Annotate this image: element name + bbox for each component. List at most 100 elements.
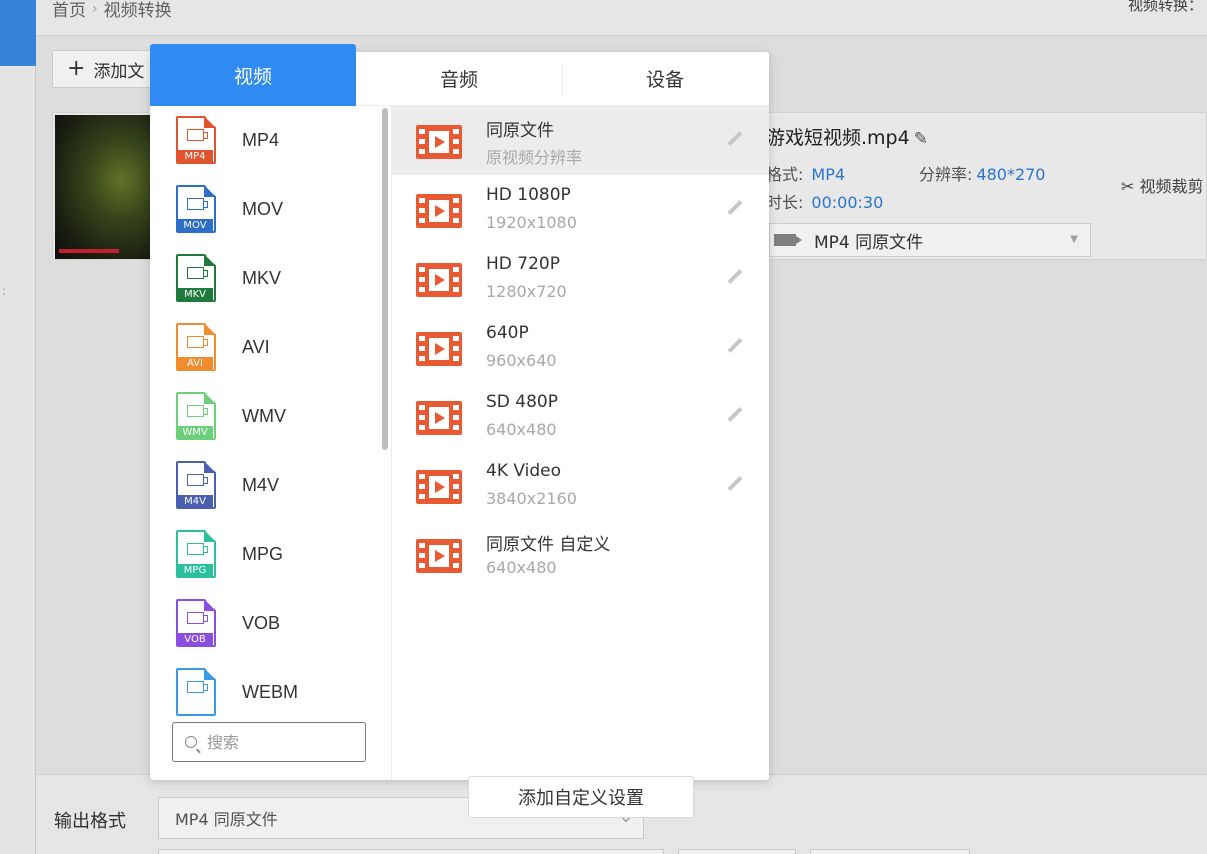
file-format-value: MP4 同原文件	[814, 232, 924, 253]
add-file-label: 添加文	[93, 61, 145, 82]
header: 首页 › 视频转换 视频转换：	[36, 0, 1207, 36]
format-item-wmv[interactable]: WMV WMV	[150, 382, 380, 451]
format-item-mpg[interactable]: MPG MPG	[150, 520, 380, 589]
format-label: M4V	[242, 475, 280, 495]
format-item-m4v[interactable]: M4V M4V	[150, 451, 380, 520]
preset-item[interactable]: SD 480P 640x480	[392, 382, 769, 451]
preset-resolution: 960x640	[486, 351, 557, 370]
tab-video[interactable]: 视频	[150, 44, 356, 106]
film-icon	[416, 194, 462, 228]
mov-file-icon: MOV	[176, 185, 216, 233]
film-icon	[416, 332, 462, 366]
film-icon	[416, 539, 462, 573]
search-input[interactable]	[207, 732, 347, 752]
left-sidebar: :	[0, 0, 36, 854]
format-item-avi[interactable]: AVI AVI	[150, 313, 380, 382]
film-icon	[416, 125, 462, 159]
format-label: MPG	[242, 544, 284, 564]
film-icon	[416, 263, 462, 297]
preset-item[interactable]: HD 720P 1280x720	[392, 244, 769, 313]
video-crop-button[interactable]: ✂ 视频裁剪	[1121, 173, 1204, 197]
format-item-mp4[interactable]: MP4 MP4	[150, 106, 380, 175]
wmv-file-icon: WMV	[176, 392, 216, 440]
format-label: 格式:	[766, 165, 804, 184]
format-label: MP4	[242, 130, 280, 150]
dropdown-arrow-icon: ▼	[1070, 234, 1078, 245]
pencil-icon[interactable]	[726, 270, 742, 286]
preset-resolution: 640x480	[486, 558, 557, 577]
preset-resolution: 3840x2160	[486, 489, 577, 508]
format-item-webm[interactable]: WEBM	[150, 658, 380, 727]
pencil-icon[interactable]	[726, 477, 742, 493]
breadcrumb-current: 视频转换	[103, 1, 172, 21]
pencil-icon[interactable]	[726, 339, 742, 355]
format-label: WEBM	[242, 682, 298, 702]
file-format-select[interactable]: MP4 同原文件 ▼	[769, 223, 1091, 257]
resolution-value: 480*270	[976, 165, 1046, 184]
output-path-field[interactable]	[158, 849, 664, 854]
breadcrumb-separator: ›	[92, 0, 98, 17]
plus-icon: +	[67, 56, 86, 81]
vob-file-icon: VOB	[176, 599, 216, 647]
preset-item[interactable]: 同原文件 自定义 640x480	[392, 520, 769, 589]
mkv-file-icon: MKV	[176, 254, 216, 302]
format-label: VOB	[242, 613, 281, 633]
format-item-mov[interactable]: MOV MOV	[150, 175, 380, 244]
format-picker-popup: 视频 音频 设备 MP4 MP4 MOV MOV MKV MKV AVI AVI WMV WMV M…	[150, 44, 769, 818]
thumbnail-progress	[59, 249, 119, 253]
preset-item[interactable]: 640P 960x640	[392, 313, 769, 382]
file-name-row: 游戏短视频.mp4 ✎	[766, 123, 928, 150]
breadcrumb: 首页 › 视频转换	[52, 0, 172, 22]
format-item-mkv[interactable]: MKV MKV	[150, 244, 380, 313]
breadcrumb-home[interactable]: 首页	[52, 0, 86, 21]
resolution-label: 分辨率:	[919, 165, 973, 184]
preset-title: SD 480P	[486, 392, 558, 412]
header-right-label: 视频转换：	[1127, 0, 1203, 14]
sidebar-active-item[interactable]	[0, 0, 36, 66]
format-value: MP4	[811, 165, 846, 184]
tab-audio[interactable]: 音频	[356, 52, 562, 105]
format-label: AVI	[242, 337, 270, 357]
preset-title: 同原文件	[486, 121, 554, 141]
preset-list: 添加自定义设置 同原文件原视频分辨率 HD 1080P 1920x1080 HD 72…	[392, 106, 769, 818]
format-label: MKV	[242, 268, 282, 288]
format-list-scrollbar[interactable]	[382, 108, 388, 450]
scissors-icon: ✂	[1121, 177, 1135, 196]
open-folder-button[interactable]	[810, 849, 970, 854]
preset-title: 4K Video	[486, 461, 561, 481]
pencil-icon[interactable]	[726, 132, 742, 148]
webm-file-icon	[176, 668, 216, 716]
format-item-vob[interactable]: VOB VOB	[150, 589, 380, 658]
preset-title: HD 1080P	[486, 185, 571, 205]
crop-label: 视频裁剪	[1139, 177, 1204, 196]
duration-value: 00:00:30	[811, 193, 884, 212]
preset-item[interactable]: 4K Video 3840x2160	[392, 451, 769, 520]
preset-item[interactable]: 同原文件原视频分辨率	[392, 106, 769, 175]
search-icon	[185, 736, 197, 748]
file-meta: 格式: MP4 时长: 00:00:30	[766, 161, 883, 217]
format-search[interactable]	[172, 722, 366, 762]
pencil-icon[interactable]	[726, 201, 742, 217]
avi-file-icon: AVI	[176, 323, 216, 371]
sidebar-marker: :	[2, 284, 7, 298]
format-label: WMV	[242, 406, 286, 426]
preset-title: 同原文件 自定义	[486, 535, 611, 555]
output-format-value: MP4 同原文件	[175, 810, 278, 829]
duration-label: 时长:	[766, 193, 804, 212]
film-icon	[416, 401, 462, 435]
preset-title: HD 720P	[486, 254, 560, 274]
preset-resolution: 640x480	[486, 420, 557, 439]
output-format-label: 输出格式	[54, 811, 126, 832]
preset-resolution: 原视频分辨率	[486, 148, 583, 167]
mp4-file-icon: MP4	[176, 116, 216, 164]
file-name: 游戏短视频.mp4	[766, 127, 910, 149]
preset-resolution: 1920x1080	[486, 213, 577, 232]
pencil-icon[interactable]	[726, 408, 742, 424]
preset-resolution: 1280x720	[486, 282, 567, 301]
add-custom-setting-button[interactable]: 添加自定义设置	[468, 776, 694, 818]
browse-button[interactable]	[678, 849, 796, 854]
tab-device[interactable]: 设备	[562, 52, 768, 105]
format-list: MP4 MP4 MOV MOV MKV MKV AVI AVI WMV WMV M4V M4V MPG M…	[150, 106, 392, 780]
preset-item[interactable]: HD 1080P 1920x1080	[392, 175, 769, 244]
edit-name-icon[interactable]: ✎	[914, 129, 928, 149]
